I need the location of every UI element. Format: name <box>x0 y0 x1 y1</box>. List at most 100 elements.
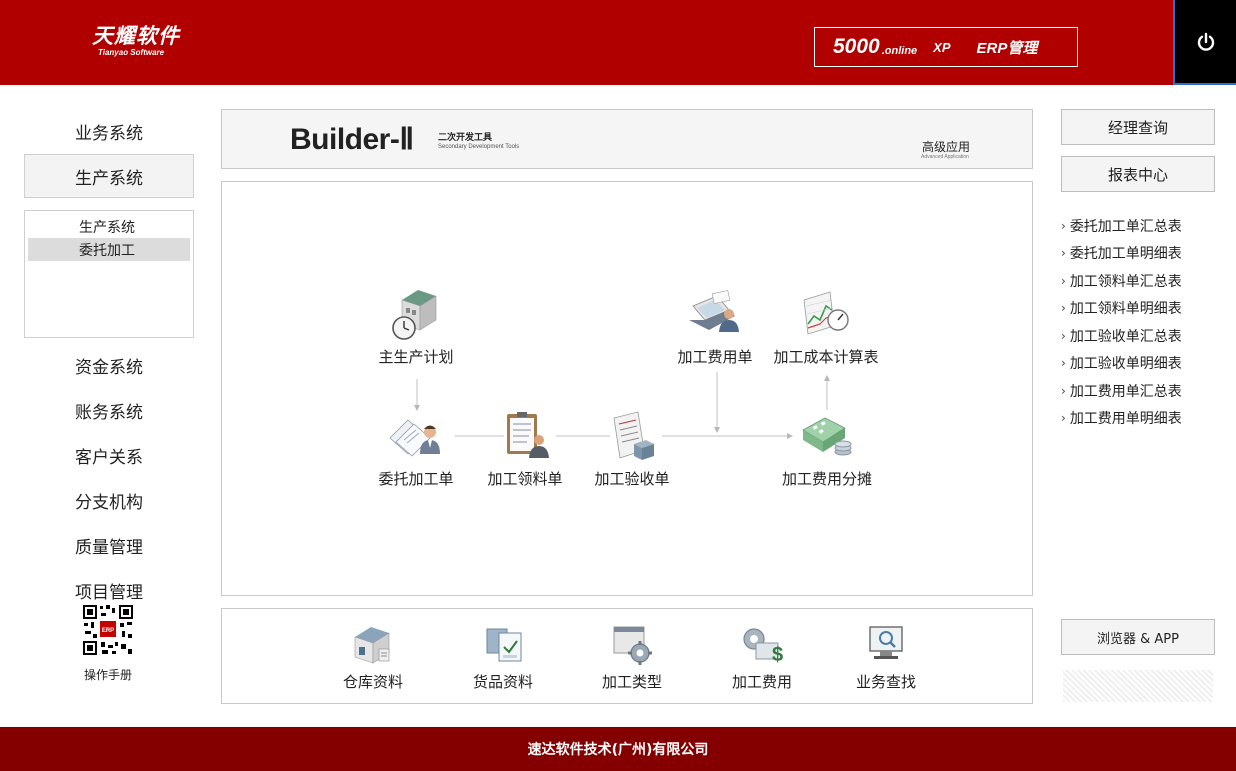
manual-label[interactable]: 操作手册 <box>74 666 142 683</box>
clipboard-worker-icon <box>507 412 549 458</box>
company-logo: 天耀软件 Tianyao Software <box>92 24 180 58</box>
calculator-coins-icon <box>802 417 852 456</box>
tool-warehouse-data[interactable]: 仓库资料 <box>323 621 423 692</box>
header-bar: 天耀软件 Tianyao Software 5000 .online XP ER… <box>0 0 1236 85</box>
warehouse-icon <box>354 627 390 664</box>
builder-title: Builder-Ⅱ <box>290 123 414 156</box>
tool-label-business-search: 业务查找 <box>855 673 916 691</box>
basic-data-toolbar: 仓库资料 货品资料 加工类型 $ 加工费用 业务查找 <box>221 608 1033 704</box>
builder-subtitle-cn: 二次开发工具 <box>438 133 493 143</box>
qr-badge-text: ERP <box>102 628 114 634</box>
flow-node-receipt-inspection[interactable]: 加工验收单 <box>572 408 692 489</box>
report-label: 委托加工单汇总表 <box>1069 218 1182 235</box>
flow-label-receipt-inspection: 加工验收单 <box>594 470 670 488</box>
builder-banner[interactable]: Builder-Ⅱ 二次开发工具 Secondary Development T… <box>221 109 1033 169</box>
erp-main-window: 天耀软件 Tianyao Software 5000 .online XP ER… <box>0 0 1236 771</box>
qr-code-icon: ERP <box>82 604 134 656</box>
chevron-right-icon: › <box>1061 301 1066 316</box>
badge-erp: ERP管理 <box>976 39 1038 57</box>
nav-production-system[interactable]: 生产系统 <box>24 154 194 198</box>
chevron-right-icon: › <box>1061 273 1066 288</box>
browser-app-button[interactable]: 浏览器 & APP <box>1061 619 1215 655</box>
tool-processing-type[interactable]: 加工类型 <box>582 621 682 692</box>
report-label: 加工费用单汇总表 <box>1069 383 1182 400</box>
badge-number: 5000 <box>833 35 880 58</box>
report-item[interactable]: › 加工领料单汇总表 <box>1061 267 1231 295</box>
logo-text-en: Tianyao Software <box>98 48 165 57</box>
nav-accounting-system[interactable]: 账务系统 <box>24 389 194 431</box>
flow-label-processing-fee-order: 加工费用单 <box>677 348 753 366</box>
nav-customer-relations[interactable]: 客户关系 <box>24 434 194 476</box>
tool-label-warehouse-data: 仓库资料 <box>342 673 403 691</box>
flow-node-fee-allocation[interactable]: 加工费用分摊 <box>767 408 887 489</box>
factory-clock-icon <box>392 290 437 340</box>
manager-query-button[interactable]: 经理查询 <box>1061 109 1215 145</box>
badge-xp: XP <box>933 39 951 55</box>
tool-label-processing-fee: 加工费用 <box>731 673 792 691</box>
sub-item-outsourced-processing[interactable]: 委托加工 <box>28 238 190 261</box>
advanced-application-en: Advanced Application <box>921 154 969 160</box>
documents-person-icon <box>389 419 440 457</box>
flow-node-outsource-order[interactable]: 委托加工单 <box>356 408 476 489</box>
checklist-box-icon <box>613 411 654 460</box>
svg-text:$: $ <box>772 644 783 666</box>
flow-node-master-plan[interactable]: 主生产计划 <box>356 286 476 367</box>
flow-label-master-plan: 主生产计划 <box>378 348 454 366</box>
nav-branch-offices[interactable]: 分支机构 <box>24 479 194 521</box>
report-item[interactable]: › 加工验收单汇总表 <box>1061 322 1231 350</box>
report-label: 加工费用单明细表 <box>1069 411 1182 428</box>
logo-text-cn: 天耀软件 <box>92 24 180 48</box>
sub-item-production-system[interactable]: 生产系统 <box>28 215 190 238</box>
goods-checklist-icon <box>486 628 522 662</box>
decorative-pattern <box>1063 670 1213 702</box>
company-name: 速达软件技术(广州)有限公司 <box>527 742 709 758</box>
chevron-right-icon: › <box>1061 328 1066 343</box>
report-center-button[interactable]: 报表中心 <box>1061 156 1215 192</box>
report-label: 加工领料单汇总表 <box>1069 273 1182 290</box>
builder-subtitle-en: Secondary Development Tools <box>438 144 520 150</box>
flow-connectors <box>414 372 830 439</box>
flow-node-processing-fee-order[interactable]: 加工费用单 <box>655 286 775 367</box>
report-item[interactable]: › 委托加工单明细表 <box>1061 240 1231 268</box>
tool-label-goods-data: 货品资料 <box>472 673 533 691</box>
report-label: 加工领料单明细表 <box>1069 301 1182 318</box>
flow-node-material-requisition[interactable]: 加工领料单 <box>465 408 585 489</box>
report-item[interactable]: › 加工费用单明细表 <box>1061 405 1231 433</box>
chevron-right-icon: › <box>1061 383 1066 398</box>
power-button[interactable] <box>1173 0 1236 85</box>
nav-quality-management[interactable]: 质量管理 <box>24 524 194 566</box>
tool-label-processing-type: 加工类型 <box>601 673 662 691</box>
chevron-right-icon: › <box>1061 218 1066 233</box>
chevron-right-icon: › <box>1061 356 1066 371</box>
report-label: 加工验收单明细表 <box>1069 356 1182 373</box>
nav-fund-system[interactable]: 资金系统 <box>24 344 194 386</box>
tool-business-search[interactable]: 业务查找 <box>836 621 936 692</box>
chevron-right-icon: › <box>1061 246 1066 261</box>
flow-node-cost-calculation[interactable]: 加工成本计算表 <box>766 286 886 367</box>
nav-business-system[interactable]: 业务系统 <box>24 110 194 152</box>
flow-label-outsource-order: 委托加工单 <box>378 470 454 488</box>
tool-goods-data[interactable]: 货品资料 <box>453 621 553 692</box>
tool-processing-fee[interactable]: $ 加工费用 <box>712 621 812 692</box>
gear-window-icon <box>613 626 652 665</box>
footer-bar: 速达软件技术(广州)有限公司 <box>0 727 1236 771</box>
report-item[interactable]: › 加工验收单明细表 <box>1061 350 1231 378</box>
report-label: 委托加工单明细表 <box>1069 246 1182 263</box>
chart-gauge-icon <box>803 291 849 335</box>
process-flow-panel: 主生产计划 委托加工单 加工领料单 加工验收单 加工费用单 加工成本计算表 加工… <box>221 181 1033 596</box>
report-item[interactable]: › 加工领料单明细表 <box>1061 295 1231 323</box>
laptop-person-icon <box>689 290 739 332</box>
flow-label-material-requisition: 加工领料单 <box>487 470 563 488</box>
power-icon <box>1197 32 1214 51</box>
product-badge: 5000 .online XP ERP管理 <box>814 27 1078 67</box>
chevron-right-icon: › <box>1061 411 1066 426</box>
money-gear-icon: $ <box>743 628 783 666</box>
advanced-application-label[interactable]: 高级应用 <box>922 138 970 155</box>
report-label: 加工验收单汇总表 <box>1069 328 1182 345</box>
manual-qr-code[interactable]: ERP <box>81 604 135 660</box>
report-item[interactable]: › 委托加工单汇总表 <box>1061 212 1231 240</box>
subsystem-list: 生产系统 委托加工 <box>24 210 194 338</box>
flow-label-fee-allocation: 加工费用分摊 <box>781 470 872 488</box>
search-monitor-icon <box>869 626 903 659</box>
report-item[interactable]: › 加工费用单汇总表 <box>1061 377 1231 405</box>
